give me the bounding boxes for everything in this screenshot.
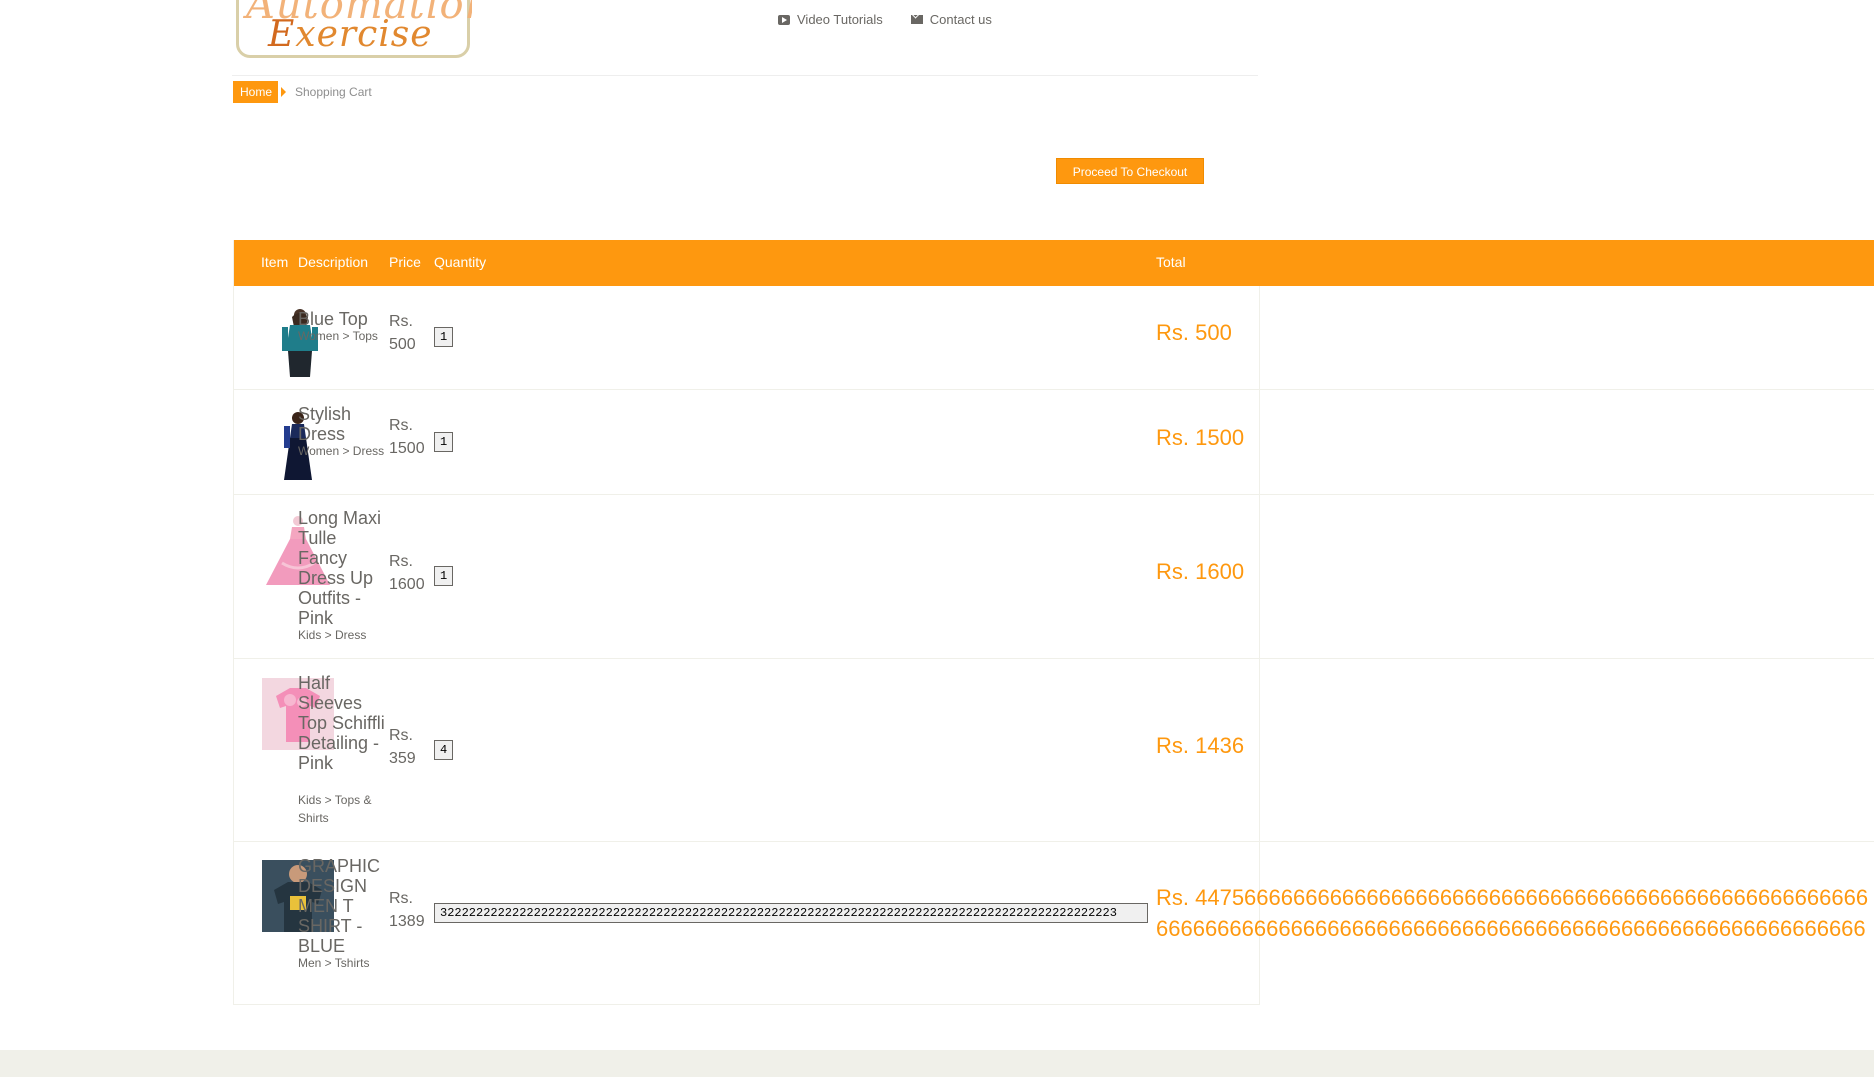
- product-price: Rs. 1500: [389, 417, 425, 457]
- quantity-field[interactable]: 4: [434, 740, 454, 760]
- nav-contact-us[interactable]: Contact us: [910, 12, 992, 27]
- logo-initial: E: [268, 14, 296, 55]
- product-price: Rs. 1389: [389, 890, 425, 930]
- product-category: Women > Tops: [298, 329, 378, 343]
- breadcrumb-current: Shopping Cart: [295, 85, 372, 99]
- logo-rest: xercise: [295, 14, 433, 55]
- product-name[interactable]: Long Maxi Tulle Fancy Dress Up Outfits -…: [298, 508, 388, 628]
- product-name[interactable]: Half Sleeves Top Schiffli Detailing - Pi…: [298, 673, 388, 773]
- logo-text-bottom: Exercise: [268, 14, 433, 55]
- footer-band-left: [0, 1050, 218, 1077]
- product-price: Rs. 359: [389, 727, 416, 767]
- proceed-to-checkout-button[interactable]: Proceed To Checkout: [1056, 158, 1204, 184]
- quantity-field[interactable]: 1: [434, 327, 454, 347]
- row-divider: [234, 658, 1874, 659]
- nav-label: Contact us: [929, 12, 992, 27]
- row-total: Rs. 500: [1156, 320, 1232, 345]
- header-divider: [232, 75, 1258, 76]
- product-price: Rs. 500: [389, 313, 416, 353]
- row-total: Rs. 447566666666666666666666666666666666…: [1156, 885, 1869, 941]
- product-category: Kids > Tops & Shirts: [298, 793, 372, 825]
- column-total: Total: [1156, 254, 1186, 270]
- quantity-field[interactable]: 3222222222222222222222222222222222222222…: [434, 903, 1148, 923]
- footer-band: [218, 1050, 1874, 1077]
- column-item: Item: [261, 254, 289, 270]
- cart-table-header: Item Description Price Quantity Total: [234, 240, 1874, 286]
- breadcrumb-arrow-icon: [281, 87, 286, 97]
- top-nav: Video Tutorials Contact us: [778, 12, 992, 27]
- product-name[interactable]: GRAPHIC DESIGN MEN T SHIRT - BLUE: [298, 856, 388, 956]
- row-total: Rs. 1500: [1156, 425, 1245, 450]
- row-total: Rs. 1436: [1156, 733, 1245, 758]
- quantity-field[interactable]: 1: [434, 566, 454, 586]
- column-description: Description: [298, 254, 369, 270]
- youtube-icon: [778, 14, 790, 25]
- product-name[interactable]: Blue Top: [298, 309, 388, 329]
- site-logo[interactable]: Automation Exercise: [234, 0, 472, 58]
- column-price: Price: [389, 254, 421, 270]
- column-quantity: Quantity: [434, 254, 487, 270]
- product-price: Rs. 1600: [389, 553, 425, 593]
- envelope-icon: [910, 15, 923, 24]
- quantity-field[interactable]: 1: [434, 432, 454, 452]
- breadcrumb-home[interactable]: Home: [233, 81, 279, 103]
- row-divider: [234, 841, 1874, 842]
- product-category: Women > Dress: [298, 444, 385, 458]
- row-divider: [234, 494, 1874, 495]
- nav-video-tutorials[interactable]: Video Tutorials: [778, 12, 883, 27]
- nav-label: Video Tutorials: [797, 12, 883, 27]
- row-divider: [234, 389, 1874, 390]
- row-total: Rs. 1600: [1156, 559, 1245, 584]
- product-name[interactable]: Stylish Dress: [298, 404, 388, 444]
- product-category: Men > Tshirts: [298, 956, 370, 970]
- product-category: Kids > Dress: [298, 628, 367, 642]
